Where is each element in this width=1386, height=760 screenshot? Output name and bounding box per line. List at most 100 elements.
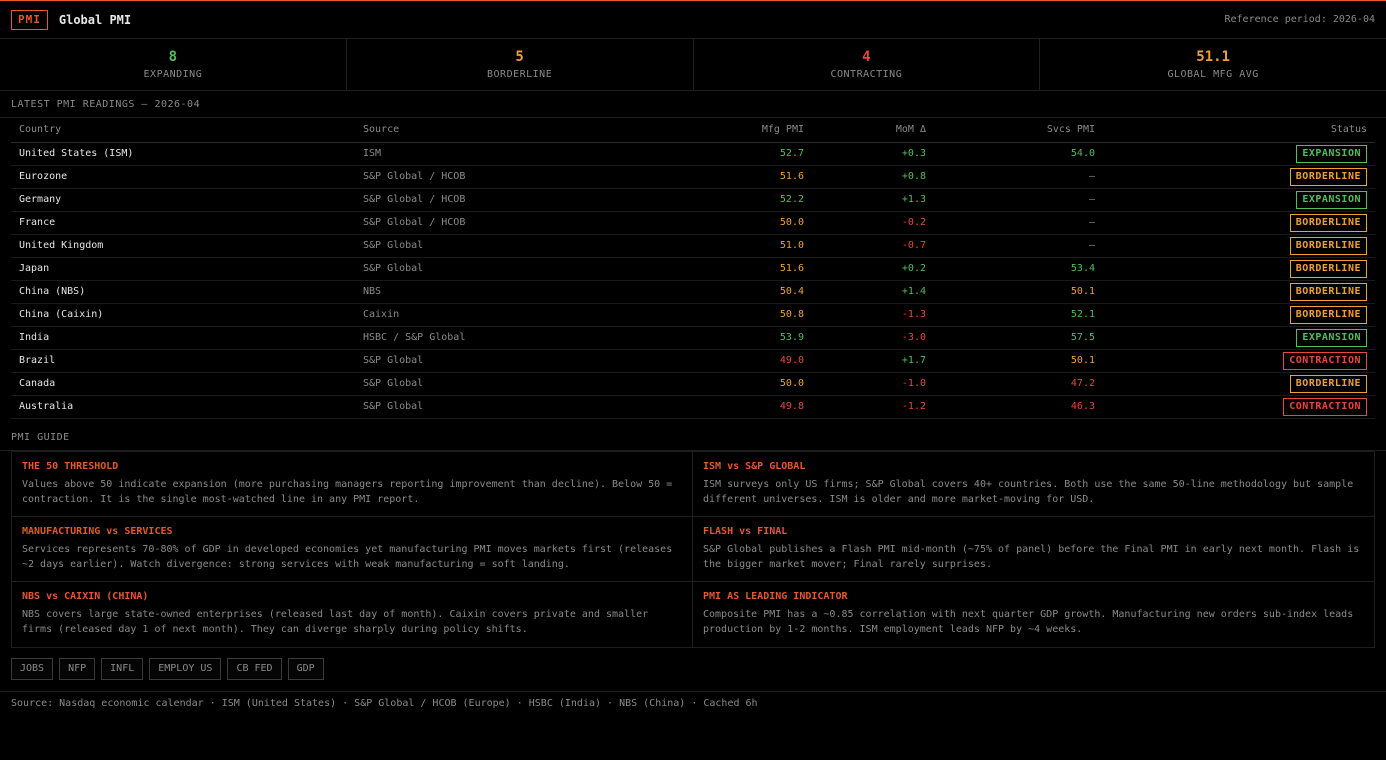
status-badge: EXPANSION bbox=[1296, 190, 1367, 209]
guide-card: ISM vs S&P GLOBAL ISM surveys only US fir… bbox=[693, 452, 1374, 517]
table-row[interactable]: India HSBC / S&P Global 53.9 -3.0 57.5 EXPANS… bbox=[11, 326, 1375, 350]
tag-button[interactable]: INFL bbox=[101, 657, 144, 680]
table-row[interactable]: Eurozone S&P Global / HCOB 51.6 +0.8— BORDER… bbox=[11, 165, 1375, 189]
cell-svcs-pmi: 53.4 bbox=[934, 257, 1103, 281]
source-footer: Source: Nasdaq economic calendar · ISM (… bbox=[0, 690, 1386, 715]
guide-card-body: Services represents 70-80% of GDP in dev… bbox=[22, 543, 673, 570]
cell-source: HSBC / S&P Global bbox=[355, 326, 635, 350]
cell-mom-delta: +1.4 bbox=[812, 280, 934, 304]
table-row[interactable]: Brazil S&P Global 49.0 +1.7 50.1 CONTRACTION bbox=[11, 349, 1375, 373]
cell-mfg-pmi: 53.9 bbox=[635, 326, 812, 350]
tag-button[interactable]: NFP bbox=[59, 657, 96, 680]
cell-mfg-pmi: 51.0 bbox=[635, 234, 812, 258]
table-row[interactable]: China (NBS) NBS 50.4 +1.4 50.1 BORDERLINE bbox=[11, 280, 1375, 304]
guide-card-body: Values above 50 indicate expansion (more… bbox=[22, 478, 673, 505]
pmi-badge: PMI bbox=[11, 9, 48, 30]
cell-source: S&P Global bbox=[355, 349, 635, 373]
guide-card: THE 50 THRESHOLD Values above 50 indicate… bbox=[12, 451, 693, 517]
cell-status: BORDERLINE bbox=[1103, 165, 1375, 189]
cell-mom-delta: -1.0 bbox=[812, 372, 934, 396]
stat-label: BORDERLINE bbox=[487, 69, 553, 80]
stat-value: 4 bbox=[862, 49, 871, 65]
cell-status: CONTRACTION bbox=[1103, 395, 1375, 419]
stat-value: 5 bbox=[515, 49, 524, 65]
cell-country: Brazil bbox=[11, 349, 355, 373]
guide-card: MANUFACTURING vs SERVICES Services repres… bbox=[12, 516, 693, 582]
cell-mom-delta: +0.2 bbox=[812, 257, 934, 281]
cell-svcs-pmi: — bbox=[934, 165, 1103, 189]
cell-status: BORDERLINE bbox=[1103, 303, 1375, 327]
tag-button[interactable]: JOBS bbox=[11, 657, 54, 680]
table-row[interactable]: United Kingdom S&P Global 51.0 -0.7— BORDERL… bbox=[11, 234, 1375, 258]
cell-source: S&P Global bbox=[355, 234, 635, 258]
reference-period: Reference period: 2026-04 bbox=[1224, 14, 1375, 25]
guide-card-title: PMI AS LEADING INDICATOR bbox=[703, 590, 848, 602]
table-row[interactable]: France S&P Global / HCOB 50.0 -0.2— BORDERLI… bbox=[11, 211, 1375, 235]
cell-source: S&P Global bbox=[355, 395, 635, 419]
cell-mfg-pmi: 50.8 bbox=[635, 303, 812, 327]
col-mfg-pmi[interactable]: Mfg PMI bbox=[635, 118, 812, 143]
status-badge: BORDERLINE bbox=[1289, 374, 1367, 393]
cell-mfg-pmi: 50.0 bbox=[635, 211, 812, 235]
table-row[interactable]: Japan S&P Global 51.6 +0.2 53.4 BORDERLINE bbox=[11, 257, 1375, 281]
table-row[interactable]: China (Caixin) Caixin 50.8 -1.3 52.1 BORDERLI… bbox=[11, 303, 1375, 327]
cell-country: Japan bbox=[11, 257, 355, 281]
col-source[interactable]: Source bbox=[355, 118, 635, 143]
cell-mom-delta: -1.2 bbox=[812, 395, 934, 419]
stat-expanding: 8 EXPANDING bbox=[0, 39, 347, 90]
guide-card-title: NBS vs CAIXIN (CHINA) bbox=[22, 590, 149, 602]
cell-country: France bbox=[11, 211, 355, 235]
col-mom-delta[interactable]: MoM Δ bbox=[812, 118, 934, 143]
cell-country: United Kingdom bbox=[11, 234, 355, 258]
cell-status: BORDERLINE bbox=[1103, 372, 1375, 396]
cell-mom-delta: +1.7 bbox=[812, 349, 934, 373]
status-badge: CONTRACTION bbox=[1283, 397, 1367, 416]
tag-button[interactable]: GDP bbox=[287, 657, 324, 680]
status-badge: EXPANSION bbox=[1296, 144, 1367, 163]
cell-svcs-pmi: 52.1 bbox=[934, 303, 1103, 327]
cell-country: United States (ISM) bbox=[11, 142, 355, 166]
cell-svcs-pmi: 54.0 bbox=[934, 142, 1103, 166]
cell-svcs-pmi: 46.3 bbox=[934, 395, 1103, 419]
guide-section-title: PMI GUIDE bbox=[0, 431, 1386, 451]
table-row[interactable]: United States (ISM) ISM 52.7 +0.3 54.0 EXPANS… bbox=[11, 142, 1375, 166]
status-badge: BORDERLINE bbox=[1289, 259, 1367, 278]
cell-mfg-pmi: 49.8 bbox=[635, 395, 812, 419]
stat-borderline: 5 BORDERLINE bbox=[347, 39, 694, 90]
stat-contracting: 4 CONTRACTING bbox=[694, 39, 1041, 90]
guide-card-body: ISM surveys only US firms; S&P Global co… bbox=[703, 478, 1354, 505]
status-badge: BORDERLINE bbox=[1289, 236, 1367, 255]
cell-country: India bbox=[11, 326, 355, 350]
cell-mfg-pmi: 51.6 bbox=[635, 165, 812, 189]
tag-button[interactable]: CB FED bbox=[227, 657, 282, 680]
cell-status: EXPANSION bbox=[1103, 326, 1375, 350]
cell-svcs-pmi: — bbox=[934, 188, 1103, 212]
cell-mom-delta: +1.3 bbox=[812, 188, 934, 212]
tag-button[interactable]: EMPLOY US bbox=[149, 657, 222, 680]
cell-mom-delta: +0.3 bbox=[812, 142, 934, 166]
pmi-guide: THE 50 THRESHOLD Values above 50 indicate… bbox=[11, 450, 1375, 648]
cell-status: BORDERLINE bbox=[1103, 257, 1375, 281]
cell-mfg-pmi: 50.0 bbox=[635, 372, 812, 396]
cell-country: Germany bbox=[11, 188, 355, 212]
guide-card-title: ISM vs S&P GLOBAL bbox=[703, 460, 806, 472]
cell-country: Eurozone bbox=[11, 165, 355, 189]
summary-stats: 8 EXPANDING 5 BORDERLINE 4 CONTRACTING 5… bbox=[0, 39, 1386, 91]
page-title: Global PMI bbox=[58, 12, 132, 27]
stat-label: CONTRACTING bbox=[830, 69, 903, 80]
table-row[interactable]: Canada S&P Global 50.0 -1.0 47.2 BORDERLINE bbox=[11, 372, 1375, 396]
cell-svcs-pmi: — bbox=[934, 211, 1103, 235]
cell-source: Caixin bbox=[355, 303, 635, 327]
table-row[interactable]: Germany S&P Global / HCOB 52.2 +1.3— EXPANSI… bbox=[11, 188, 1375, 212]
col-country[interactable]: Country bbox=[11, 118, 355, 143]
cell-status: EXPANSION bbox=[1103, 188, 1375, 212]
col-svcs-pmi[interactable]: Svcs PMI bbox=[934, 118, 1103, 143]
stat-label: EXPANDING bbox=[143, 69, 203, 80]
cell-source: S&P Global bbox=[355, 257, 635, 281]
cell-source: S&P Global bbox=[355, 372, 635, 396]
related-tags: JOBS NFP INFL EMPLOY US CB FED GDP bbox=[0, 648, 1386, 691]
guide-card-title: MANUFACTURING vs SERVICES bbox=[22, 525, 173, 537]
col-status[interactable]: Status bbox=[1103, 118, 1375, 143]
table-row[interactable]: Australia S&P Global 49.8 -1.2 46.3 CONTRACTI… bbox=[11, 395, 1375, 419]
cell-status: BORDERLINE bbox=[1103, 234, 1375, 258]
